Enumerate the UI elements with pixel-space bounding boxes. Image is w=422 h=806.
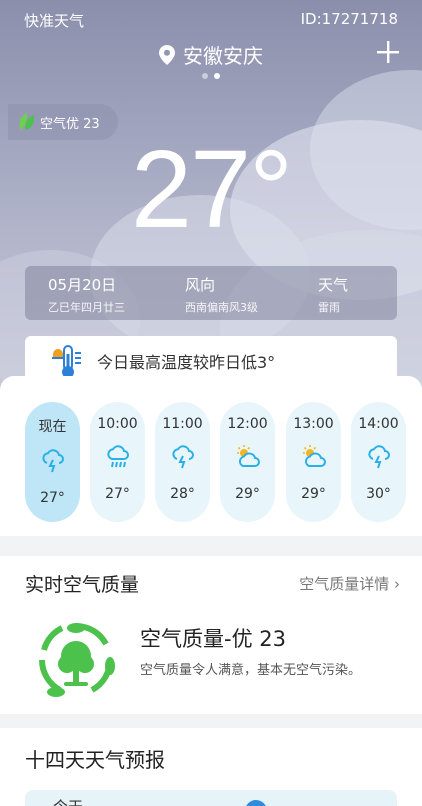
thunder-icon: [41, 449, 64, 473]
hour-temp: 27°: [105, 486, 130, 502]
hour-item[interactable]: 12:00 29°: [220, 402, 275, 522]
hour-item[interactable]: 14:00 30°: [351, 402, 406, 522]
location-pin-icon: [159, 44, 175, 65]
notice-text: 今日最高温度较昨日低3°: [97, 353, 276, 372]
page-dot-active[interactable]: [214, 73, 220, 79]
hour-time: 11:00: [162, 416, 203, 432]
page-indicator: [0, 73, 422, 79]
location-name: 安徽安庆: [183, 44, 263, 68]
app-name: 快准天气: [24, 12, 85, 30]
forecast-card: 十四天天气预报 今天: [0, 728, 422, 806]
location-selector[interactable]: 安徽安庆: [0, 40, 422, 69]
air-quality-tree-icon: [34, 620, 118, 704]
hour-temp: 29°: [301, 486, 326, 502]
add-city-button[interactable]: [372, 36, 404, 68]
wind-column: 风向 西南偏南风3级: [185, 274, 258, 315]
hour-item-now[interactable]: 现在 27°: [25, 402, 80, 522]
hour-time: 14:00: [358, 416, 399, 432]
plus-icon: [377, 41, 399, 63]
hour-temp: 28°: [170, 486, 195, 502]
hour-time: 10:00: [97, 416, 138, 432]
wind-value: 西南偏南风3级: [185, 301, 258, 314]
air-quality-headline: 空气质量-优 23: [140, 627, 286, 651]
date-text: 05月20日: [48, 276, 117, 294]
air-quality-description: 空气质量令人满意，基本无空气污染。: [140, 663, 362, 678]
lunar-date-text: 乙巳年四月廿三: [48, 301, 125, 314]
heavy-rain-icon: [106, 445, 129, 468]
forecast-row-today[interactable]: 今天: [25, 790, 397, 806]
hour-temp: 29°: [235, 486, 260, 502]
hour-item[interactable]: 11:00 28°: [155, 402, 210, 522]
air-quality-detail-link[interactable]: 空气质量详情 ›: [299, 573, 400, 594]
air-quality-detail-label: 空气质量详情: [299, 575, 390, 593]
weather-value: 雷雨: [318, 301, 340, 314]
weather-column: 天气 雷雨: [318, 274, 348, 315]
partly-cloudy-icon: [236, 445, 260, 467]
air-quality-card: 实时空气质量 空气质量详情 › 空气质量-优 23 空气质量令人满意，基本无空气…: [0, 556, 422, 714]
forecast-title: 十四天天气预报: [25, 748, 165, 772]
hour-time: 12:00: [227, 416, 268, 432]
thermometer-alarm-icon: [52, 345, 81, 378]
hour-item[interactable]: 13:00 29°: [286, 402, 341, 522]
current-temperature: 27°: [130, 128, 293, 251]
weather-label: 天气: [318, 276, 349, 294]
hourly-forecast: 现在 27° 10:00 27° 11:00 28° 12:00 29° 13:…: [0, 376, 422, 536]
partly-cloudy-icon: [302, 445, 326, 467]
weather-icon: [245, 800, 267, 806]
hour-time: 13:00: [293, 416, 334, 432]
thunder-icon: [171, 445, 194, 469]
date-column: 05月20日 乙巳年四月廿三: [48, 274, 125, 315]
chevron-right-icon: ›: [394, 575, 400, 593]
hour-time: 现在: [38, 419, 67, 435]
wind-label: 风向: [185, 276, 216, 294]
forecast-day-label: 今天: [53, 796, 83, 806]
air-quality-title: 实时空气质量: [25, 574, 140, 596]
page-dot[interactable]: [202, 73, 208, 79]
device-id: ID:17271718: [300, 10, 398, 28]
hour-temp: 27°: [40, 490, 65, 506]
hour-temp: 30°: [366, 486, 391, 502]
hour-item[interactable]: 10:00 27°: [90, 402, 145, 522]
thunder-icon: [367, 445, 390, 469]
today-info-bar: 05月20日 乙巳年四月廿三 风向 西南偏南风3级 天气 雷雨: [25, 266, 397, 320]
